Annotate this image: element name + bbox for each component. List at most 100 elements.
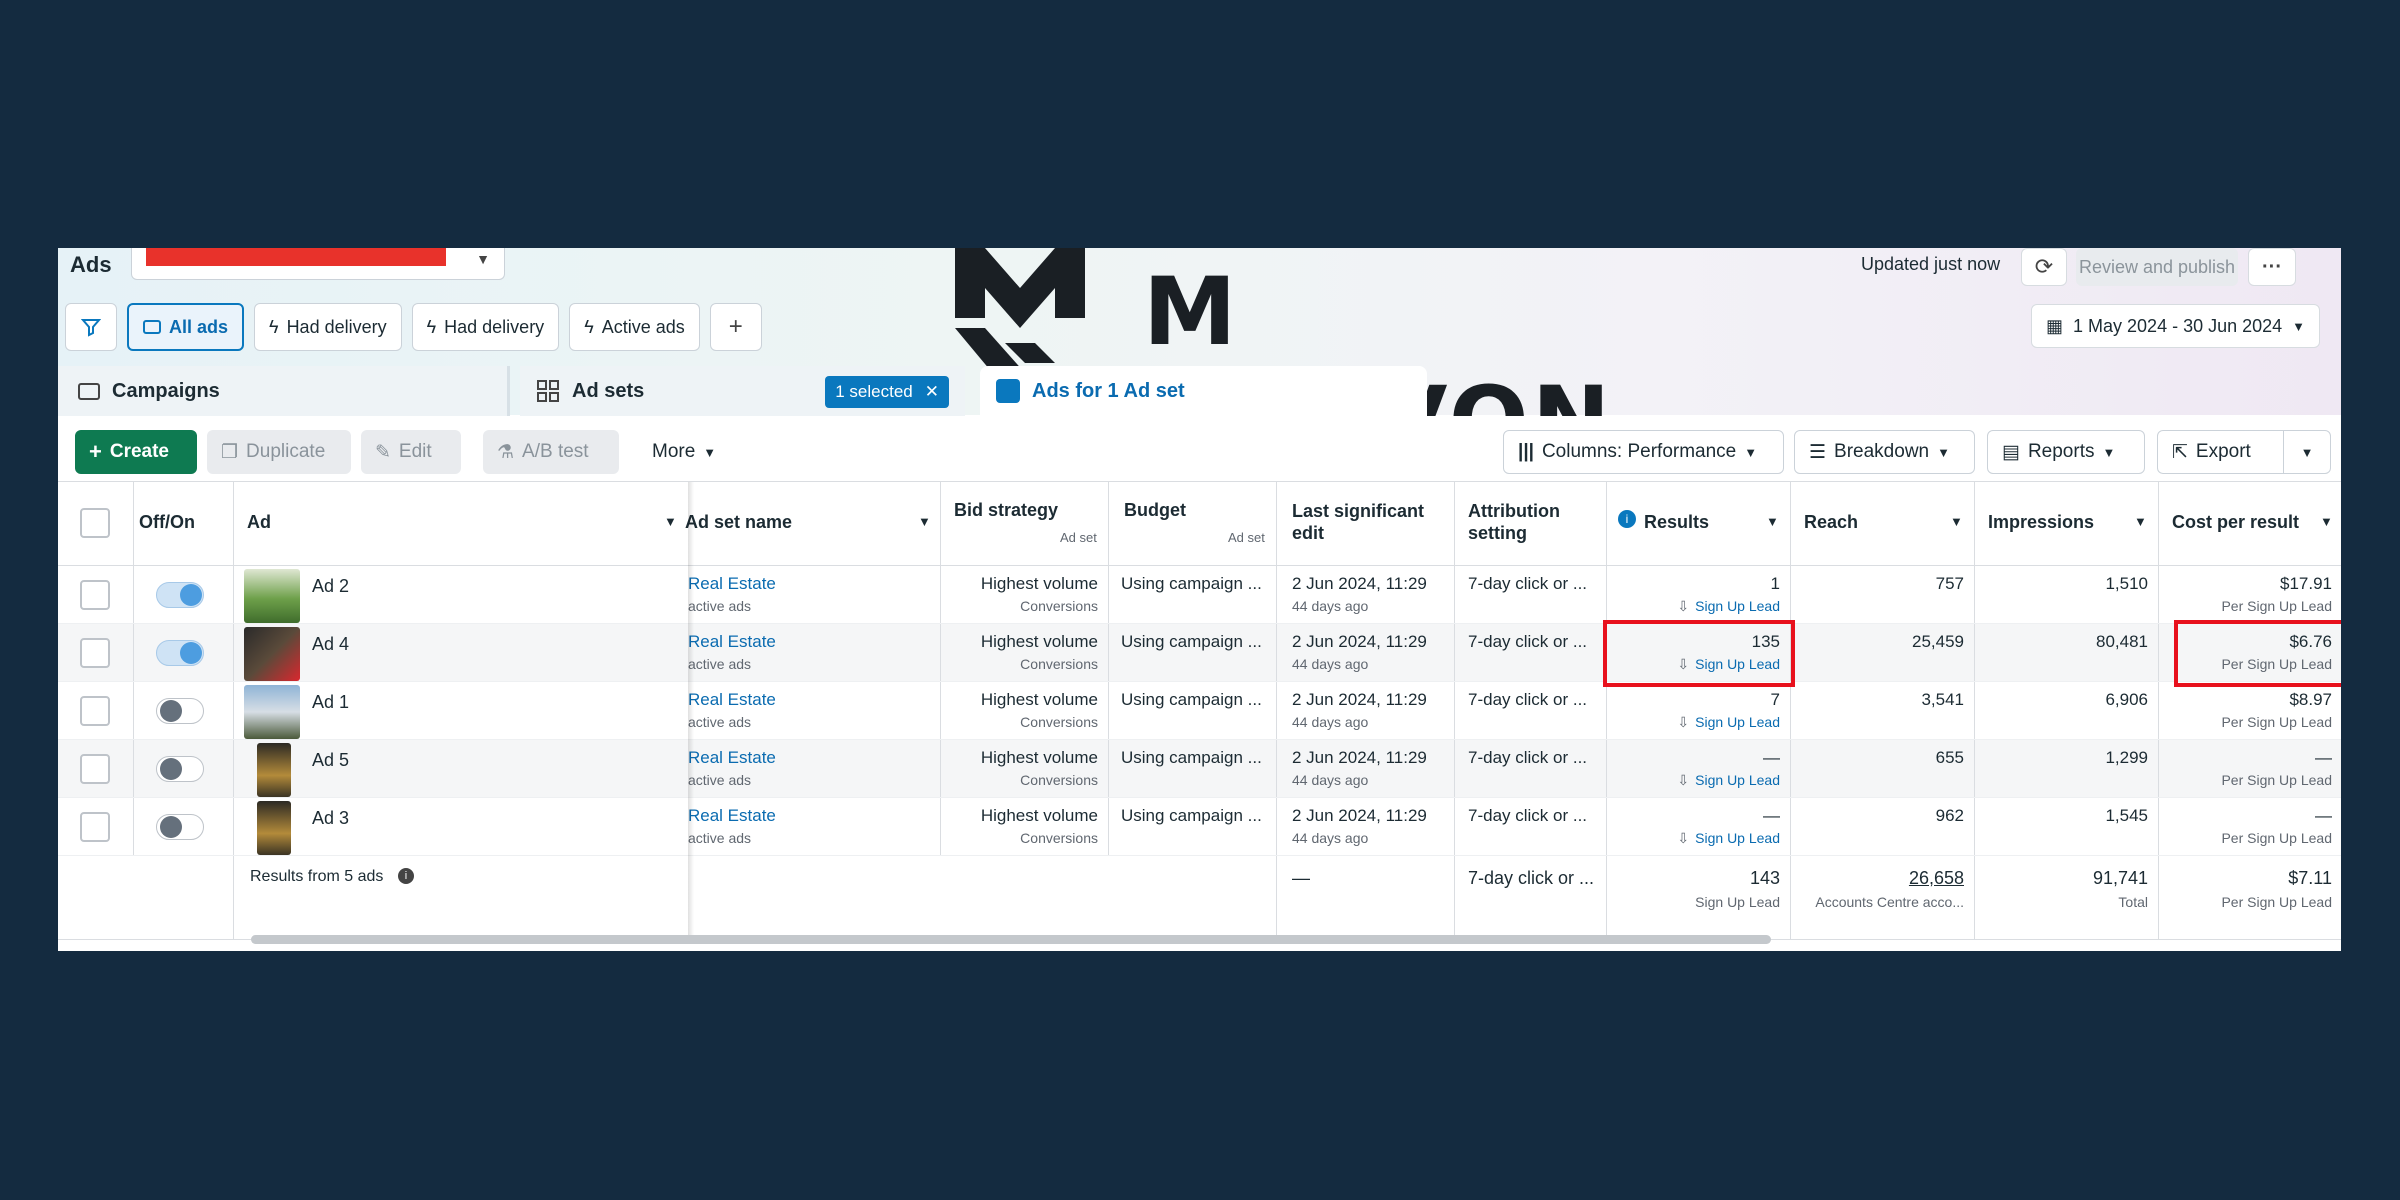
export-button[interactable]: ⇱ Export (2157, 430, 2284, 474)
export-dropdown-button[interactable]: ▼ (2283, 430, 2331, 474)
ad-toggle[interactable] (156, 698, 204, 724)
filter-button[interactable] (65, 303, 117, 351)
summary-cpr: $7.11 (2288, 868, 2332, 888)
col-offon[interactable]: Off/On (139, 512, 195, 533)
row-checkbox[interactable] (80, 812, 110, 842)
more-options-button[interactable]: ··· (2248, 248, 2296, 286)
more-button[interactable]: More ▼ (638, 430, 730, 474)
tab-ads[interactable]: Ads for 1 Ad set (980, 366, 1427, 416)
col-reach[interactable]: Reach (1804, 512, 1858, 533)
filter-had-delivery-1[interactable]: ϟ Had delivery (254, 303, 402, 351)
filter-all-ads[interactable]: All ads (127, 303, 245, 351)
results-sub[interactable]: ⇩ Sign Up Lead (1606, 598, 1780, 615)
col-cost-per-result[interactable]: Cost per result (2172, 512, 2299, 533)
review-publish-button[interactable]: Review and publish (2076, 248, 2238, 286)
flask-icon: ⚗ (497, 441, 515, 463)
tab-ad-sets[interactable]: Ad sets 1 selected ✕ (520, 366, 965, 416)
col-adset-name[interactable]: Ad set name (685, 512, 792, 533)
reports-button[interactable]: ▤ Reports ▼ (1987, 430, 2145, 474)
chevron-down-icon[interactable]: ▼ (918, 514, 931, 529)
results-highlight-box (1603, 620, 1795, 687)
row-checkbox[interactable] (80, 580, 110, 610)
chevron-down-icon[interactable]: ▼ (664, 514, 677, 529)
ad-thumbnail (244, 685, 300, 739)
last-edit: 2 Jun 2024, 11:29 (1292, 806, 1427, 825)
ad-thumbnail (244, 627, 300, 681)
chevron-down-icon[interactable]: ▼ (2134, 514, 2147, 529)
col-attribution[interactable]: Attribution setting (1468, 500, 1598, 544)
col-results[interactable]: Results (1644, 512, 1709, 533)
ad-toggle[interactable] (156, 582, 204, 608)
row-checkbox[interactable] (80, 638, 110, 668)
bid-strategy-sub: Conversions (1020, 830, 1098, 846)
calendar-icon: ▦ (2046, 315, 2064, 336)
ab-test-button[interactable]: ⚗ A/B test (483, 430, 619, 474)
folder-icon (78, 383, 100, 400)
col-budget[interactable]: Budget (1124, 500, 1186, 521)
results-sub[interactable]: ⇩ Sign Up Lead (1606, 714, 1780, 731)
budget: Using campaign ... (1121, 748, 1262, 767)
ad-toggle[interactable] (156, 814, 204, 840)
ad-name[interactable]: Ad 2 (312, 576, 349, 597)
chevron-down-icon: ▼ (1937, 444, 1950, 460)
adset-sub: active ads (688, 714, 752, 730)
col-ad[interactable]: Ad (247, 512, 271, 533)
row-checkbox[interactable] (80, 696, 110, 726)
filter-active-ads[interactable]: ϟ Active ads (569, 303, 700, 351)
table-row[interactable]: Ad 3 Real Estate active ads Highest volu… (58, 798, 2341, 856)
ad-thumbnail (244, 569, 300, 623)
adset-link[interactable]: Real Estate (688, 632, 776, 652)
chevron-down-icon[interactable]: ▼ (1950, 514, 1963, 529)
filter-had-delivery-2[interactable]: ϟ Had delivery (411, 303, 560, 351)
date-range-label: 1 May 2024 - 30 Jun 2024 (2073, 315, 2283, 336)
results-sub[interactable]: ⇩ Sign Up Lead (1606, 830, 1780, 847)
col-last-edit[interactable]: Last significant edit (1292, 500, 1442, 544)
col-impressions[interactable]: Impressions (1988, 512, 2094, 533)
add-filter-button[interactable]: + (709, 303, 762, 351)
account-selector[interactable]: ▼ (131, 248, 505, 280)
last-edit: 2 Jun 2024, 11:29 (1292, 690, 1427, 709)
cpr-sub: Per Sign Up Lead (2221, 772, 2332, 788)
adset-link[interactable]: Real Estate (688, 806, 776, 826)
cpr-highlight-box (2174, 620, 2341, 687)
ad-name[interactable]: Ad 5 (312, 750, 349, 771)
columns-button[interactable]: ||| Columns: Performance ▼ (1503, 430, 1784, 474)
ad-name[interactable]: Ad 1 (312, 692, 349, 713)
table-row[interactable]: Ad 4 Real Estate active ads Highest volu… (58, 624, 2341, 682)
selected-chip[interactable]: 1 selected ✕ (825, 376, 949, 408)
filter-label: Active ads (601, 316, 685, 337)
results-sub[interactable]: ⇩ Sign Up Lead (1606, 772, 1780, 789)
info-icon[interactable]: i (398, 868, 414, 884)
table-row[interactable]: Ad 2 Real Estate active ads Highest volu… (58, 566, 2341, 624)
select-all-checkbox[interactable] (80, 508, 110, 538)
tab-campaigns[interactable]: Campaigns (58, 366, 510, 416)
results-sub-label: Sign Up Lead (1695, 830, 1780, 846)
close-icon[interactable]: ✕ (925, 382, 939, 402)
chevron-down-icon[interactable]: ▼ (2320, 514, 2333, 529)
ad-name[interactable]: Ad 3 (312, 808, 349, 829)
frozen-column-divider (688, 482, 694, 940)
adset-link[interactable]: Real Estate (688, 748, 776, 768)
breakdown-button[interactable]: ☰ Breakdown ▼ (1794, 430, 1975, 474)
ad-name[interactable]: Ad 4 (312, 634, 349, 655)
refresh-button[interactable]: ⟳ (2021, 248, 2067, 286)
budget: Using campaign ... (1121, 632, 1262, 651)
ad-toggle[interactable] (156, 756, 204, 782)
ad-toggle[interactable] (156, 640, 204, 666)
table-row[interactable]: Ad 1 Real Estate active ads Highest volu… (58, 682, 2341, 740)
horizontal-scrollbar[interactable] (251, 935, 1771, 944)
duplicate-button[interactable]: ❐ Duplicate (207, 430, 351, 474)
summary-results-sub: Sign Up Lead (1695, 894, 1780, 910)
chevron-down-icon[interactable]: ▼ (1766, 514, 1779, 529)
reach-value: 962 (1935, 806, 1964, 825)
edit-button[interactable]: ✎ Edit (361, 430, 461, 474)
row-checkbox[interactable] (80, 754, 110, 784)
col-bid-strategy[interactable]: Bid strategy (954, 500, 1058, 521)
redacted-account-name (146, 248, 446, 266)
info-icon[interactable]: i (1618, 510, 1636, 528)
create-button[interactable]: + Create (75, 430, 197, 474)
date-range-picker[interactable]: ▦ 1 May 2024 - 30 Jun 2024 ▼ (2031, 304, 2321, 348)
adset-link[interactable]: Real Estate (688, 574, 776, 594)
adset-link[interactable]: Real Estate (688, 690, 776, 710)
table-row[interactable]: Ad 5 Real Estate active ads Highest volu… (58, 740, 2341, 798)
